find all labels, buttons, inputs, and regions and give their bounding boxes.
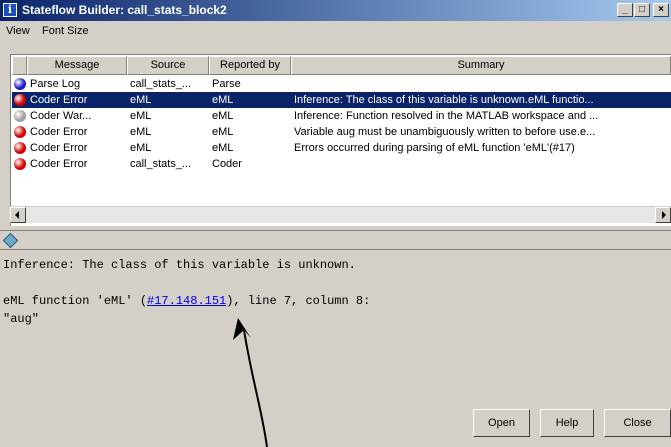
close-button[interactable]: Close [604, 409, 671, 437]
arrow-head [233, 318, 251, 340]
stateflow-builder-window: i Stateflow Builder: call_stats_block2 _… [0, 0, 671, 447]
arrow-shaft [243, 329, 268, 447]
annotation-arrow [233, 318, 268, 447]
open-button[interactable]: Open [473, 409, 530, 437]
help-button[interactable]: Help [540, 409, 594, 437]
